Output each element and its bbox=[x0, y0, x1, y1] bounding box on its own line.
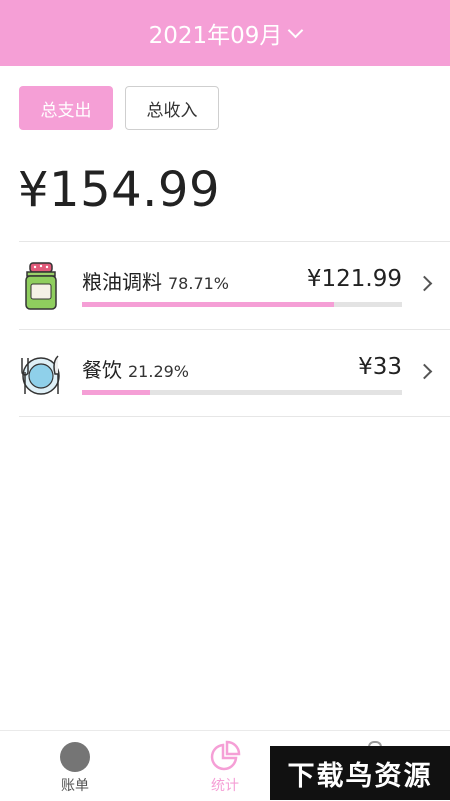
category-amount: ¥121.99 bbox=[306, 266, 402, 292]
progress-track bbox=[82, 302, 402, 307]
category-label: 餐饮 bbox=[82, 358, 122, 382]
bill-icon bbox=[60, 742, 90, 772]
category-label: 粮油调料 bbox=[82, 270, 162, 294]
category-row-grain-oil[interactable]: 粮油调料 78.71% ¥121.99 bbox=[0, 242, 450, 328]
progress-track bbox=[82, 390, 402, 395]
tab-label: 账单 bbox=[61, 778, 89, 794]
category-name: 粮油调料 78.71% bbox=[82, 266, 229, 295]
category-amount: ¥33 bbox=[358, 354, 402, 380]
total-expense-button[interactable]: 总支出 bbox=[19, 86, 113, 130]
progress-fill bbox=[82, 390, 151, 395]
chevron-right-icon bbox=[416, 363, 433, 380]
tab-bill[interactable]: 账单 bbox=[0, 731, 150, 801]
divider bbox=[19, 416, 450, 417]
chevron-down-icon bbox=[288, 22, 304, 38]
dining-plate-icon bbox=[21, 355, 60, 395]
pie-chart-icon bbox=[210, 740, 241, 771]
category-name: 餐饮 21.29% bbox=[82, 354, 189, 383]
progress-fill bbox=[82, 302, 334, 307]
category-row-dining[interactable]: 餐饮 21.29% ¥33 bbox=[0, 330, 450, 416]
condiment-jar-icon bbox=[25, 262, 57, 310]
watermark: 下载鸟资源 bbox=[270, 746, 450, 800]
month-label: 2021年09月 bbox=[148, 23, 283, 49]
category-percent: 78.71% bbox=[168, 274, 230, 293]
category-percent: 21.29% bbox=[128, 362, 190, 381]
chevron-right-icon bbox=[416, 275, 433, 292]
month-selector[interactable]: 2021年09月 bbox=[0, 0, 450, 66]
total-amount: ¥154.99 bbox=[18, 162, 220, 218]
total-income-button[interactable]: 总收入 bbox=[125, 86, 219, 130]
